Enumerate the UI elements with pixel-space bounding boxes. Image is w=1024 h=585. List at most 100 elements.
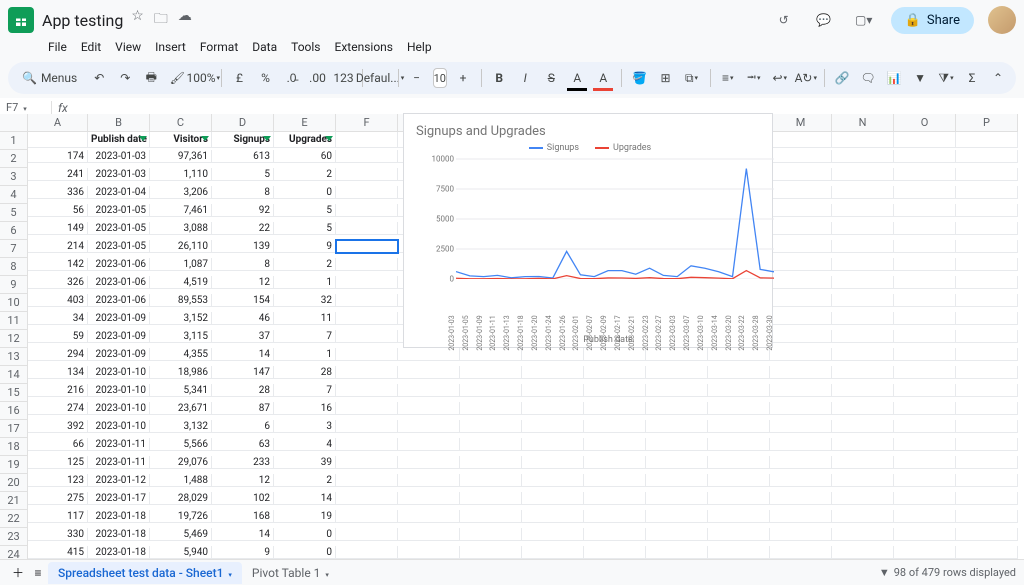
cell-A4[interactable]: 336 <box>28 186 88 199</box>
rotate-text-icon[interactable]: A↻ <box>796 66 816 90</box>
cell-B18[interactable]: 2023-01-11 <box>88 438 150 451</box>
menu-view[interactable]: View <box>109 38 147 56</box>
cell-E21[interactable]: 14 <box>274 492 336 505</box>
document-name[interactable]: App testing <box>42 11 123 30</box>
cell-E18[interactable]: 4 <box>274 438 336 451</box>
cell-B1[interactable]: Publish date <box>88 132 150 148</box>
collapse-toolbar-icon[interactable]: ⌃ <box>988 66 1008 90</box>
row-header-18[interactable]: 18 <box>0 438 28 456</box>
cell-F4[interactable] <box>336 186 398 199</box>
cell-D1[interactable]: Signups <box>212 132 274 148</box>
add-sheet-icon[interactable]: ＋ <box>8 561 28 585</box>
cell-E9[interactable]: 1 <box>274 276 336 289</box>
cell-B23[interactable]: 2023-01-18 <box>88 528 150 541</box>
cell-D16[interactable]: 87 <box>212 402 274 415</box>
cell-B15[interactable]: 2023-01-10 <box>88 384 150 397</box>
cell-C7[interactable]: 26,110 <box>150 240 212 253</box>
cell-A3[interactable]: 241 <box>28 168 88 181</box>
cell-B2[interactable]: 2023-01-03 <box>88 150 150 163</box>
fill-bucket-icon[interactable]: 🪣 <box>630 66 650 90</box>
cell-F15[interactable] <box>336 384 398 397</box>
sheet-tab-active[interactable]: Spreadsheet test data - Sheet1 <box>48 562 242 584</box>
wrap-icon[interactable]: ↩ <box>770 66 790 90</box>
row-header-1[interactable]: 1 <box>0 132 28 150</box>
menu-tools[interactable]: Tools <box>285 38 326 56</box>
row-header-10[interactable]: 10 <box>0 294 28 312</box>
decrease-decimal-icon[interactable]: .0̵ <box>282 66 302 90</box>
cell-D5[interactable]: 92 <box>212 204 274 217</box>
cell-F12[interactable] <box>336 330 398 343</box>
cell-E16[interactable]: 16 <box>274 402 336 415</box>
insert-comment-icon[interactable]: 🗨 <box>858 66 878 90</box>
cell-F18[interactable] <box>336 438 398 451</box>
filter-status[interactable]: ▼ 98 of 479 rows displayed <box>879 566 1016 579</box>
cell-B7[interactable]: 2023-01-05 <box>88 240 150 253</box>
row-header-24[interactable]: 24 <box>0 546 28 559</box>
currency-icon[interactable]: £ <box>230 66 250 90</box>
row-header-21[interactable]: 21 <box>0 492 28 510</box>
text-color-icon[interactable]: A <box>567 66 587 90</box>
cell-F2[interactable] <box>336 150 398 163</box>
cell-B6[interactable]: 2023-01-05 <box>88 222 150 235</box>
row-header-17[interactable]: 17 <box>0 420 28 438</box>
menu-file[interactable]: File <box>42 38 73 56</box>
cell-A8[interactable]: 142 <box>28 258 88 271</box>
cell-D20[interactable]: 12 <box>212 474 274 487</box>
cell-E10[interactable]: 32 <box>274 294 336 307</box>
undo-icon[interactable]: ↶ <box>89 66 109 90</box>
cell-B13[interactable]: 2023-01-09 <box>88 348 150 361</box>
menu-format[interactable]: Format <box>194 38 244 56</box>
cell-F10[interactable] <box>336 294 398 307</box>
cell-C19[interactable]: 29,076 <box>150 456 212 469</box>
cell-F9[interactable] <box>336 276 398 289</box>
cell-A18[interactable]: 66 <box>28 438 88 451</box>
cell-F21[interactable] <box>336 492 398 505</box>
name-box[interactable]: F7 <box>0 101 52 114</box>
cell-C6[interactable]: 3,088 <box>150 222 212 235</box>
menu-extensions[interactable]: Extensions <box>329 38 399 56</box>
cell-C20[interactable]: 1,488 <box>150 474 212 487</box>
embedded-chart[interactable]: Signups and Upgrades Signups Upgrades 02… <box>403 113 773 348</box>
cell-D13[interactable]: 14 <box>212 348 274 361</box>
cell-E7[interactable]: 9 <box>274 240 336 253</box>
cell-A17[interactable]: 392 <box>28 420 88 433</box>
cell-A12[interactable]: 59 <box>28 330 88 343</box>
cell-D10[interactable]: 154 <box>212 294 274 307</box>
cell-D3[interactable]: 5 <box>212 168 274 181</box>
v-align-icon[interactable]: ⭲ <box>744 66 764 90</box>
search-menus[interactable]: 🔍 Menus <box>16 69 83 87</box>
insert-chart-icon[interactable]: 📊 <box>884 66 904 90</box>
filter-icon[interactable] <box>263 136 271 141</box>
cell-D14[interactable]: 147 <box>212 366 274 379</box>
cell-E3[interactable]: 2 <box>274 168 336 181</box>
cell-E24[interactable]: 0 <box>274 546 336 559</box>
cell-B3[interactable]: 2023-01-03 <box>88 168 150 181</box>
cell-C9[interactable]: 4,519 <box>150 276 212 289</box>
account-avatar[interactable] <box>988 6 1016 34</box>
cell-C14[interactable]: 18,986 <box>150 366 212 379</box>
h-align-icon[interactable]: ≡ <box>718 66 738 90</box>
cell-C3[interactable]: 1,110 <box>150 168 212 181</box>
menu-help[interactable]: Help <box>401 38 438 56</box>
share-button[interactable]: 🔒 Share <box>891 7 974 34</box>
cell-E20[interactable]: 2 <box>274 474 336 487</box>
cell-A15[interactable]: 216 <box>28 384 88 397</box>
row-header-22[interactable]: 22 <box>0 510 28 528</box>
cell-C12[interactable]: 3,115 <box>150 330 212 343</box>
cell-F5[interactable] <box>336 204 398 217</box>
cell-B22[interactable]: 2023-01-18 <box>88 510 150 523</box>
cell-D9[interactable]: 12 <box>212 276 274 289</box>
col-header-D[interactable]: D <box>212 114 274 132</box>
cell-C21[interactable]: 28,029 <box>150 492 212 505</box>
cell-B5[interactable]: 2023-01-05 <box>88 204 150 217</box>
cell-D24[interactable]: 9 <box>212 546 274 559</box>
col-header-A[interactable]: A <box>28 114 88 132</box>
cell-D8[interactable]: 8 <box>212 258 274 271</box>
all-sheets-icon[interactable]: ≡ <box>28 561 48 585</box>
font-size-input[interactable]: 10 <box>433 68 447 88</box>
cell-E8[interactable]: 2 <box>274 258 336 271</box>
menu-edit[interactable]: Edit <box>75 38 107 56</box>
cell-C23[interactable]: 5,469 <box>150 528 212 541</box>
cell-A23[interactable]: 330 <box>28 528 88 541</box>
cell-A7[interactable]: 214 <box>28 240 88 253</box>
